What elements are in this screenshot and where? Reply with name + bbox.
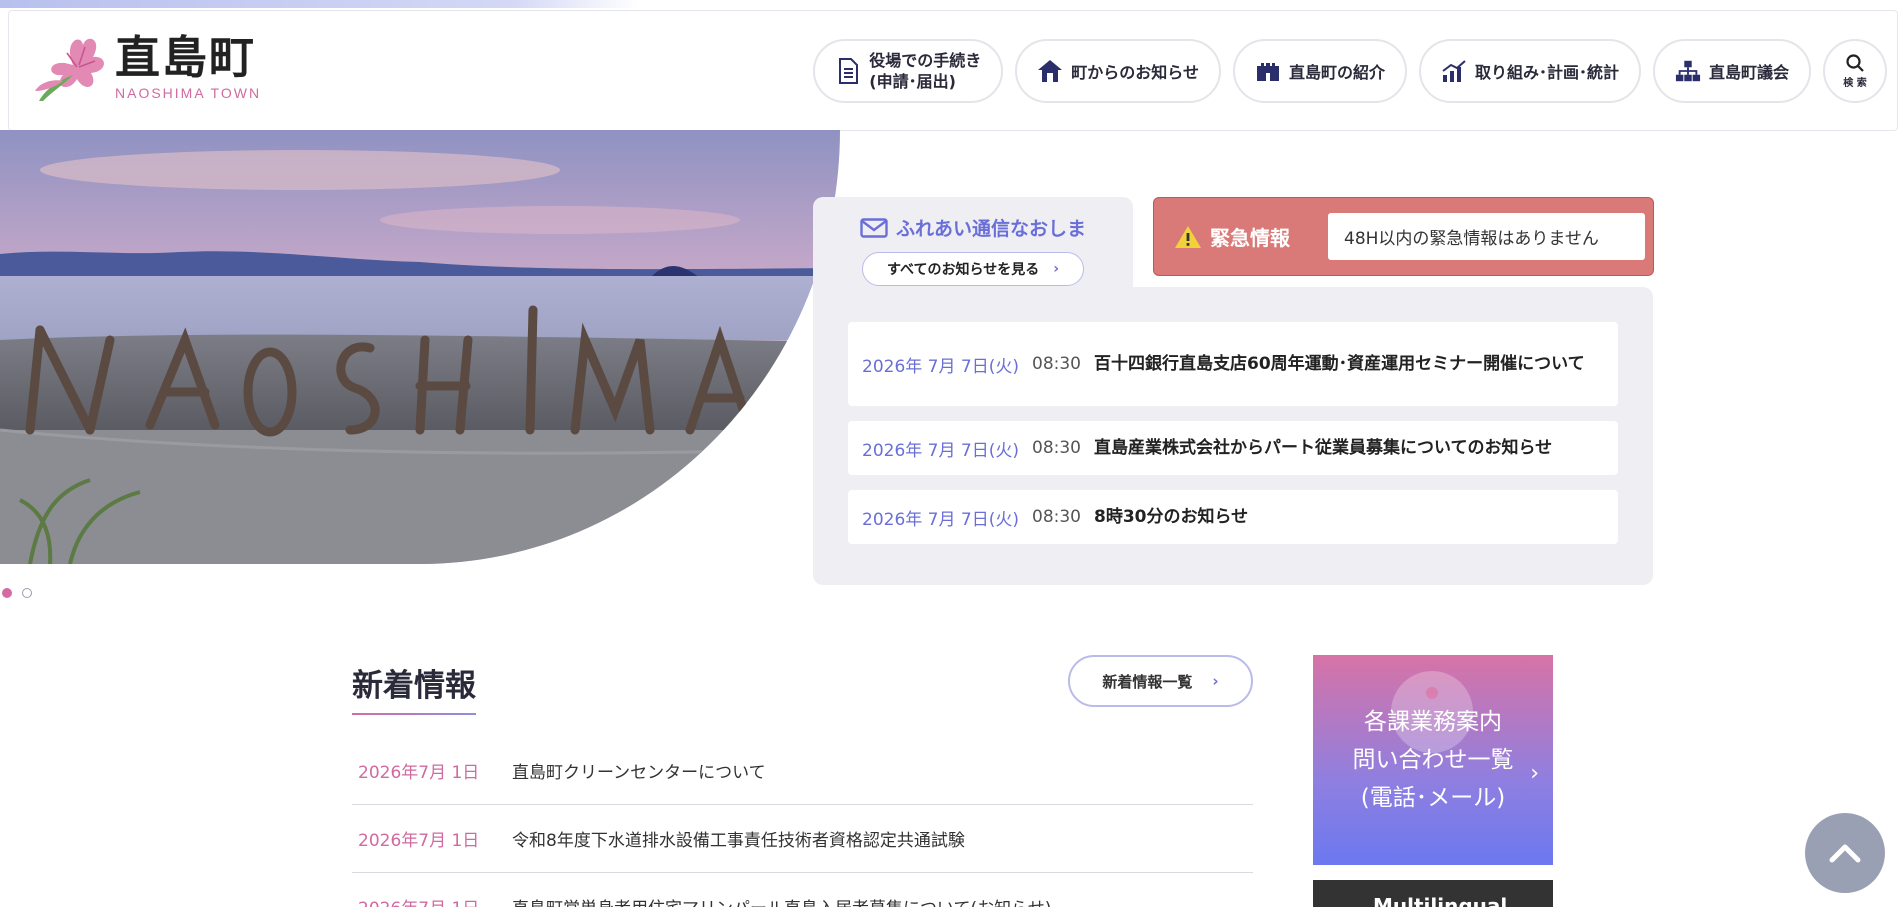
emergency-info: 緊急情報 48H以内の緊急情報はありません bbox=[1153, 197, 1654, 276]
nav-announcements-label: 町からのお知らせ bbox=[1071, 63, 1199, 82]
new-info-date: 2026年7月 1日 bbox=[358, 831, 480, 851]
search-label: 検 索 bbox=[1843, 77, 1867, 89]
new-info-title: 令和8年度下水道排水設備工事責任技術者資格認定共通試験 bbox=[512, 831, 965, 851]
notice-date: 2026年 7月 7日(火) bbox=[862, 509, 1019, 530]
search-icon bbox=[1846, 53, 1864, 72]
warning-icon bbox=[1175, 225, 1201, 248]
org-chart-icon bbox=[1675, 58, 1701, 84]
multilingual-label: Multilingual bbox=[1373, 894, 1508, 907]
chevron-up-icon bbox=[1829, 844, 1861, 863]
slide-indicators bbox=[2, 588, 32, 598]
site-logo[interactable]: 直島町 NAOSHIMA TOWN bbox=[33, 31, 261, 103]
slide-dot-1[interactable] bbox=[2, 588, 12, 598]
new-info-title: 直島町クリーンセンターについて bbox=[512, 763, 766, 783]
nav-plans-stats[interactable]: 取り組み･計画･統計 bbox=[1418, 39, 1641, 103]
notice-title: 直島産業株式会社からパート従業員募集についてのお知らせ bbox=[1094, 437, 1553, 458]
emergency-message: 48H以内の緊急情報はありません bbox=[1328, 213, 1645, 260]
notice-row-2[interactable]: 2026年 7月 7日(火) 08:30 直島産業株式会社からパート従業員募集に… bbox=[848, 421, 1618, 475]
slide-dot-2[interactable] bbox=[22, 588, 32, 598]
back-to-top-button[interactable] bbox=[1805, 813, 1885, 893]
new-info-item-1[interactable]: 2026年7月 1日 直島町クリーンセンターについて bbox=[352, 737, 1253, 805]
chart-icon bbox=[1441, 58, 1467, 84]
new-info-title: 直島町営単身者用住宅マリンパール直島入居者募集について(お知らせ) bbox=[512, 894, 1051, 907]
new-info-item-2[interactable]: 2026年7月 1日 令和8年度下水道排水設備工事責任技術者資格認定共通試験 bbox=[352, 805, 1253, 873]
nav-assembly-label: 直島町議会 bbox=[1708, 63, 1789, 82]
search-button[interactable]: 検 索 bbox=[1823, 39, 1887, 103]
new-info-heading: 新着情報 bbox=[352, 660, 476, 715]
logo-subtitle: NAOSHIMA TOWN bbox=[115, 85, 262, 101]
notice-date: 2026年 7月 7日(火) bbox=[862, 356, 1019, 377]
notice-row-1[interactable]: 2026年 7月 7日(火) 08:30 百十四銀行直島支店60周年運動･資産運… bbox=[848, 322, 1618, 406]
new-info-list-label: 新着情報一覧 bbox=[1102, 672, 1193, 691]
multilingual-button[interactable]: Multilingual bbox=[1313, 880, 1553, 907]
card-line-2: 問い合わせ一覧 bbox=[1352, 747, 1514, 773]
notice-time: 08:30 bbox=[1032, 438, 1081, 458]
nav-procedures-line2: (申請･届出) bbox=[869, 72, 956, 91]
all-notices-button[interactable]: すべてのお知らせを見る › bbox=[862, 252, 1084, 286]
all-notices-label: すべてのお知らせを見る bbox=[887, 262, 1040, 278]
new-info-date: 2026年7月 1日 bbox=[358, 763, 480, 783]
notice-title: 8時30分のお知らせ bbox=[1094, 506, 1249, 527]
mail-icon bbox=[860, 217, 888, 238]
notice-row-3[interactable]: 2026年 7月 7日(火) 08:30 8時30分のお知らせ bbox=[848, 490, 1618, 544]
new-info-date: 2026年7月 1日 bbox=[352, 894, 512, 907]
notice-time: 08:30 bbox=[1032, 507, 1081, 527]
logo-title: 直島町 bbox=[115, 31, 257, 84]
emergency-label: 緊急情報 bbox=[1174, 222, 1324, 251]
document-icon bbox=[835, 58, 861, 84]
nav-announcements[interactable]: 町からのお知らせ bbox=[1015, 39, 1221, 103]
nav-introduction[interactable]: 直島町の紹介 bbox=[1232, 39, 1407, 103]
fureai-title: ふれあい通信なおしま bbox=[860, 214, 1086, 241]
notice-title: 百十四銀行直島支店60周年運動･資産運用セミナー開催について bbox=[1094, 353, 1585, 374]
nav-plans-stats-label: 取り組み･計画･統計 bbox=[1474, 63, 1619, 82]
card-line-1: 各課業務案内 bbox=[1364, 709, 1502, 735]
chevron-right-icon: › bbox=[1053, 261, 1059, 277]
hero-slideshow[interactable] bbox=[0, 130, 840, 564]
card-line-3: (電話･メール) bbox=[1360, 785, 1506, 811]
decorative-dot bbox=[1426, 687, 1438, 699]
nav-procedures[interactable]: 役場での手続き (申請･届出) bbox=[813, 39, 1004, 103]
top-decoration bbox=[0, 0, 640, 8]
nav-procedures-line1: 役場での手続き bbox=[869, 51, 982, 70]
department-contacts-card[interactable]: 各課業務案内 問い合わせ一覧 (電話･メール) › bbox=[1313, 655, 1553, 865]
site-header: 直島町 NAOSHIMA TOWN 役場での手続き (申請･届出) 町からのお知ら… bbox=[8, 10, 1898, 131]
fureai-title-text: ふれあい通信なおしま bbox=[896, 218, 1087, 240]
emergency-label-text: 緊急情報 bbox=[1210, 226, 1290, 250]
notice-time: 08:30 bbox=[1032, 354, 1081, 374]
house-icon bbox=[1037, 58, 1063, 84]
castle-icon bbox=[1255, 58, 1281, 84]
main-nav: 役場での手続き (申請･届出) 町からのお知らせ 直島町の紹介 取り組み･計画･統… bbox=[813, 39, 1887, 103]
azalea-logo-icon bbox=[35, 38, 104, 101]
chevron-right-icon: › bbox=[1530, 761, 1539, 786]
chevron-right-icon: › bbox=[1212, 672, 1219, 690]
new-info-item-3[interactable]: 2026年7月 1日 直島町営単身者用住宅マリンパール直島入居者募集について(お… bbox=[352, 873, 1253, 907]
hero-image bbox=[0, 130, 840, 564]
nav-assembly[interactable]: 直島町議会 bbox=[1652, 39, 1811, 103]
new-info-list-button[interactable]: 新着情報一覧 › bbox=[1068, 655, 1253, 707]
nav-introduction-label: 直島町の紹介 bbox=[1288, 63, 1385, 82]
notice-date: 2026年 7月 7日(火) bbox=[862, 440, 1019, 461]
